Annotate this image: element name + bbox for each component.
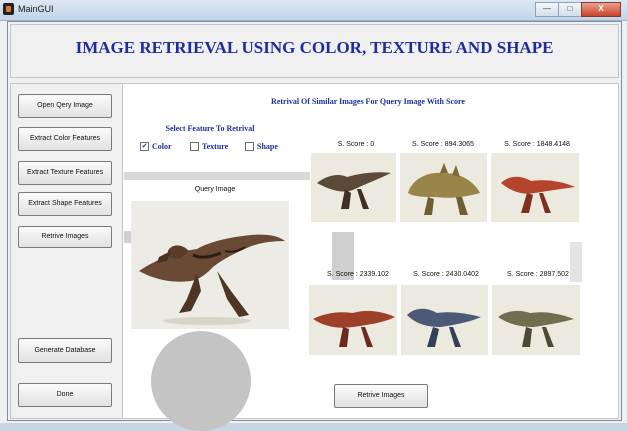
score-label-5: S. Score : 2430.0402 [413, 271, 479, 278]
result-image-4 [309, 285, 397, 355]
done-button[interactable]: Done [18, 383, 112, 407]
checkbox-empty-icon [190, 141, 199, 151]
rendering-artifact-band [124, 172, 310, 180]
score-label-4: S. Score : 2339.102 [327, 271, 389, 278]
matlab-app-icon [3, 3, 14, 15]
maximize-button[interactable]: □ [558, 2, 582, 17]
extract-texture-features-button[interactable]: Extract Texture Features [18, 161, 112, 185]
header-panel: IMAGE RETRIEVAL USING COLOR, TEXTURE AND… [10, 24, 619, 78]
rendering-artifact-circle [151, 331, 251, 431]
select-feature-label: Select Feature To Retrival [165, 124, 255, 133]
result-image-5 [401, 285, 488, 355]
result-dinosaur-graphic [317, 172, 391, 209]
minimize-button[interactable]: — [535, 2, 559, 17]
window-controls: — □ X [535, 2, 621, 17]
checkbox-check-icon: ✔ [140, 141, 149, 151]
score-label-1: S. Score : 0 [337, 141, 375, 148]
result-image-3 [491, 153, 579, 222]
result-dinosaur-graphic [407, 308, 481, 347]
open-query-image-button[interactable]: Open Qery Image [18, 94, 112, 118]
shape-checkbox[interactable]: Shape [245, 140, 278, 152]
page-title: IMAGE RETRIEVAL USING COLOR, TEXTURE AND… [75, 38, 554, 57]
checkbox-empty-icon [245, 141, 254, 151]
score-label-2: S. Score : 894.3065 [412, 141, 474, 148]
generate-database-button[interactable]: Generate Database [18, 338, 112, 363]
retrieval-title: Retrival Of Similar Images For Query Ima… [271, 97, 465, 106]
texture-checkbox[interactable]: Texture [190, 140, 228, 152]
query-dinosaur-graphic [139, 234, 285, 325]
result-dinosaur-graphic [498, 310, 574, 347]
main-window: MainGUI — □ X IMAGE RETRIEVAL USING COLO… [0, 0, 627, 431]
retrieve-images-button[interactable]: Retrive Images [334, 384, 428, 408]
color-checkbox-label: Color [152, 141, 172, 151]
score-label-3: S. Score : 1848.4148 [504, 141, 570, 148]
retrieve-images-sidebar-button[interactable]: Retrive Images [18, 226, 112, 248]
title-bar: MainGUI — □ X [0, 0, 627, 21]
result-dinosaur-graphic [501, 176, 575, 213]
result-dinosaur-graphic [408, 163, 480, 215]
result-dinosaur-graphic [313, 310, 395, 347]
window-title: MainGUI [18, 4, 54, 14]
color-checkbox[interactable]: ✔ Color [140, 140, 172, 152]
texture-checkbox-label: Texture [202, 141, 229, 151]
shape-checkbox-label: Shape [257, 141, 278, 151]
close-button[interactable]: X [581, 2, 621, 17]
query-image [131, 201, 289, 329]
query-image-label: Query Image [194, 186, 236, 193]
extract-shape-features-button[interactable]: Extract Shape Features [18, 192, 112, 216]
result-image-6 [492, 285, 580, 355]
result-image-2 [400, 153, 487, 222]
extract-color-features-button[interactable]: Extract Color Features [18, 127, 112, 151]
result-image-1 [311, 153, 396, 222]
score-label-6: S. Score : 2897.502 [507, 271, 569, 278]
